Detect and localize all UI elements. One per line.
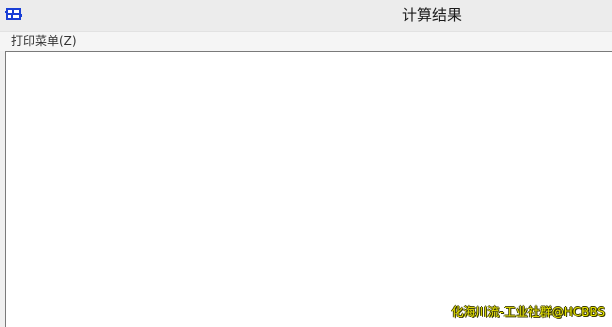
- calculation-result-window: 计算结果 打印菜单(Z) 化海川流-工业社群@HCBBS: [0, 0, 612, 327]
- menu-item-print[interactable]: 打印菜单(Z): [11, 34, 77, 49]
- result-text-area[interactable]: 化海川流-工业社群@HCBBS: [5, 51, 612, 327]
- menu-bar: 打印菜单(Z): [0, 31, 612, 51]
- app-chip-icon[interactable]: [5, 7, 22, 21]
- title-bar: 计算结果: [0, 0, 612, 31]
- watermark-text: 化海川流-工业社群@HCBBS: [451, 305, 605, 319]
- window-title: 计算结果: [402, 6, 463, 24]
